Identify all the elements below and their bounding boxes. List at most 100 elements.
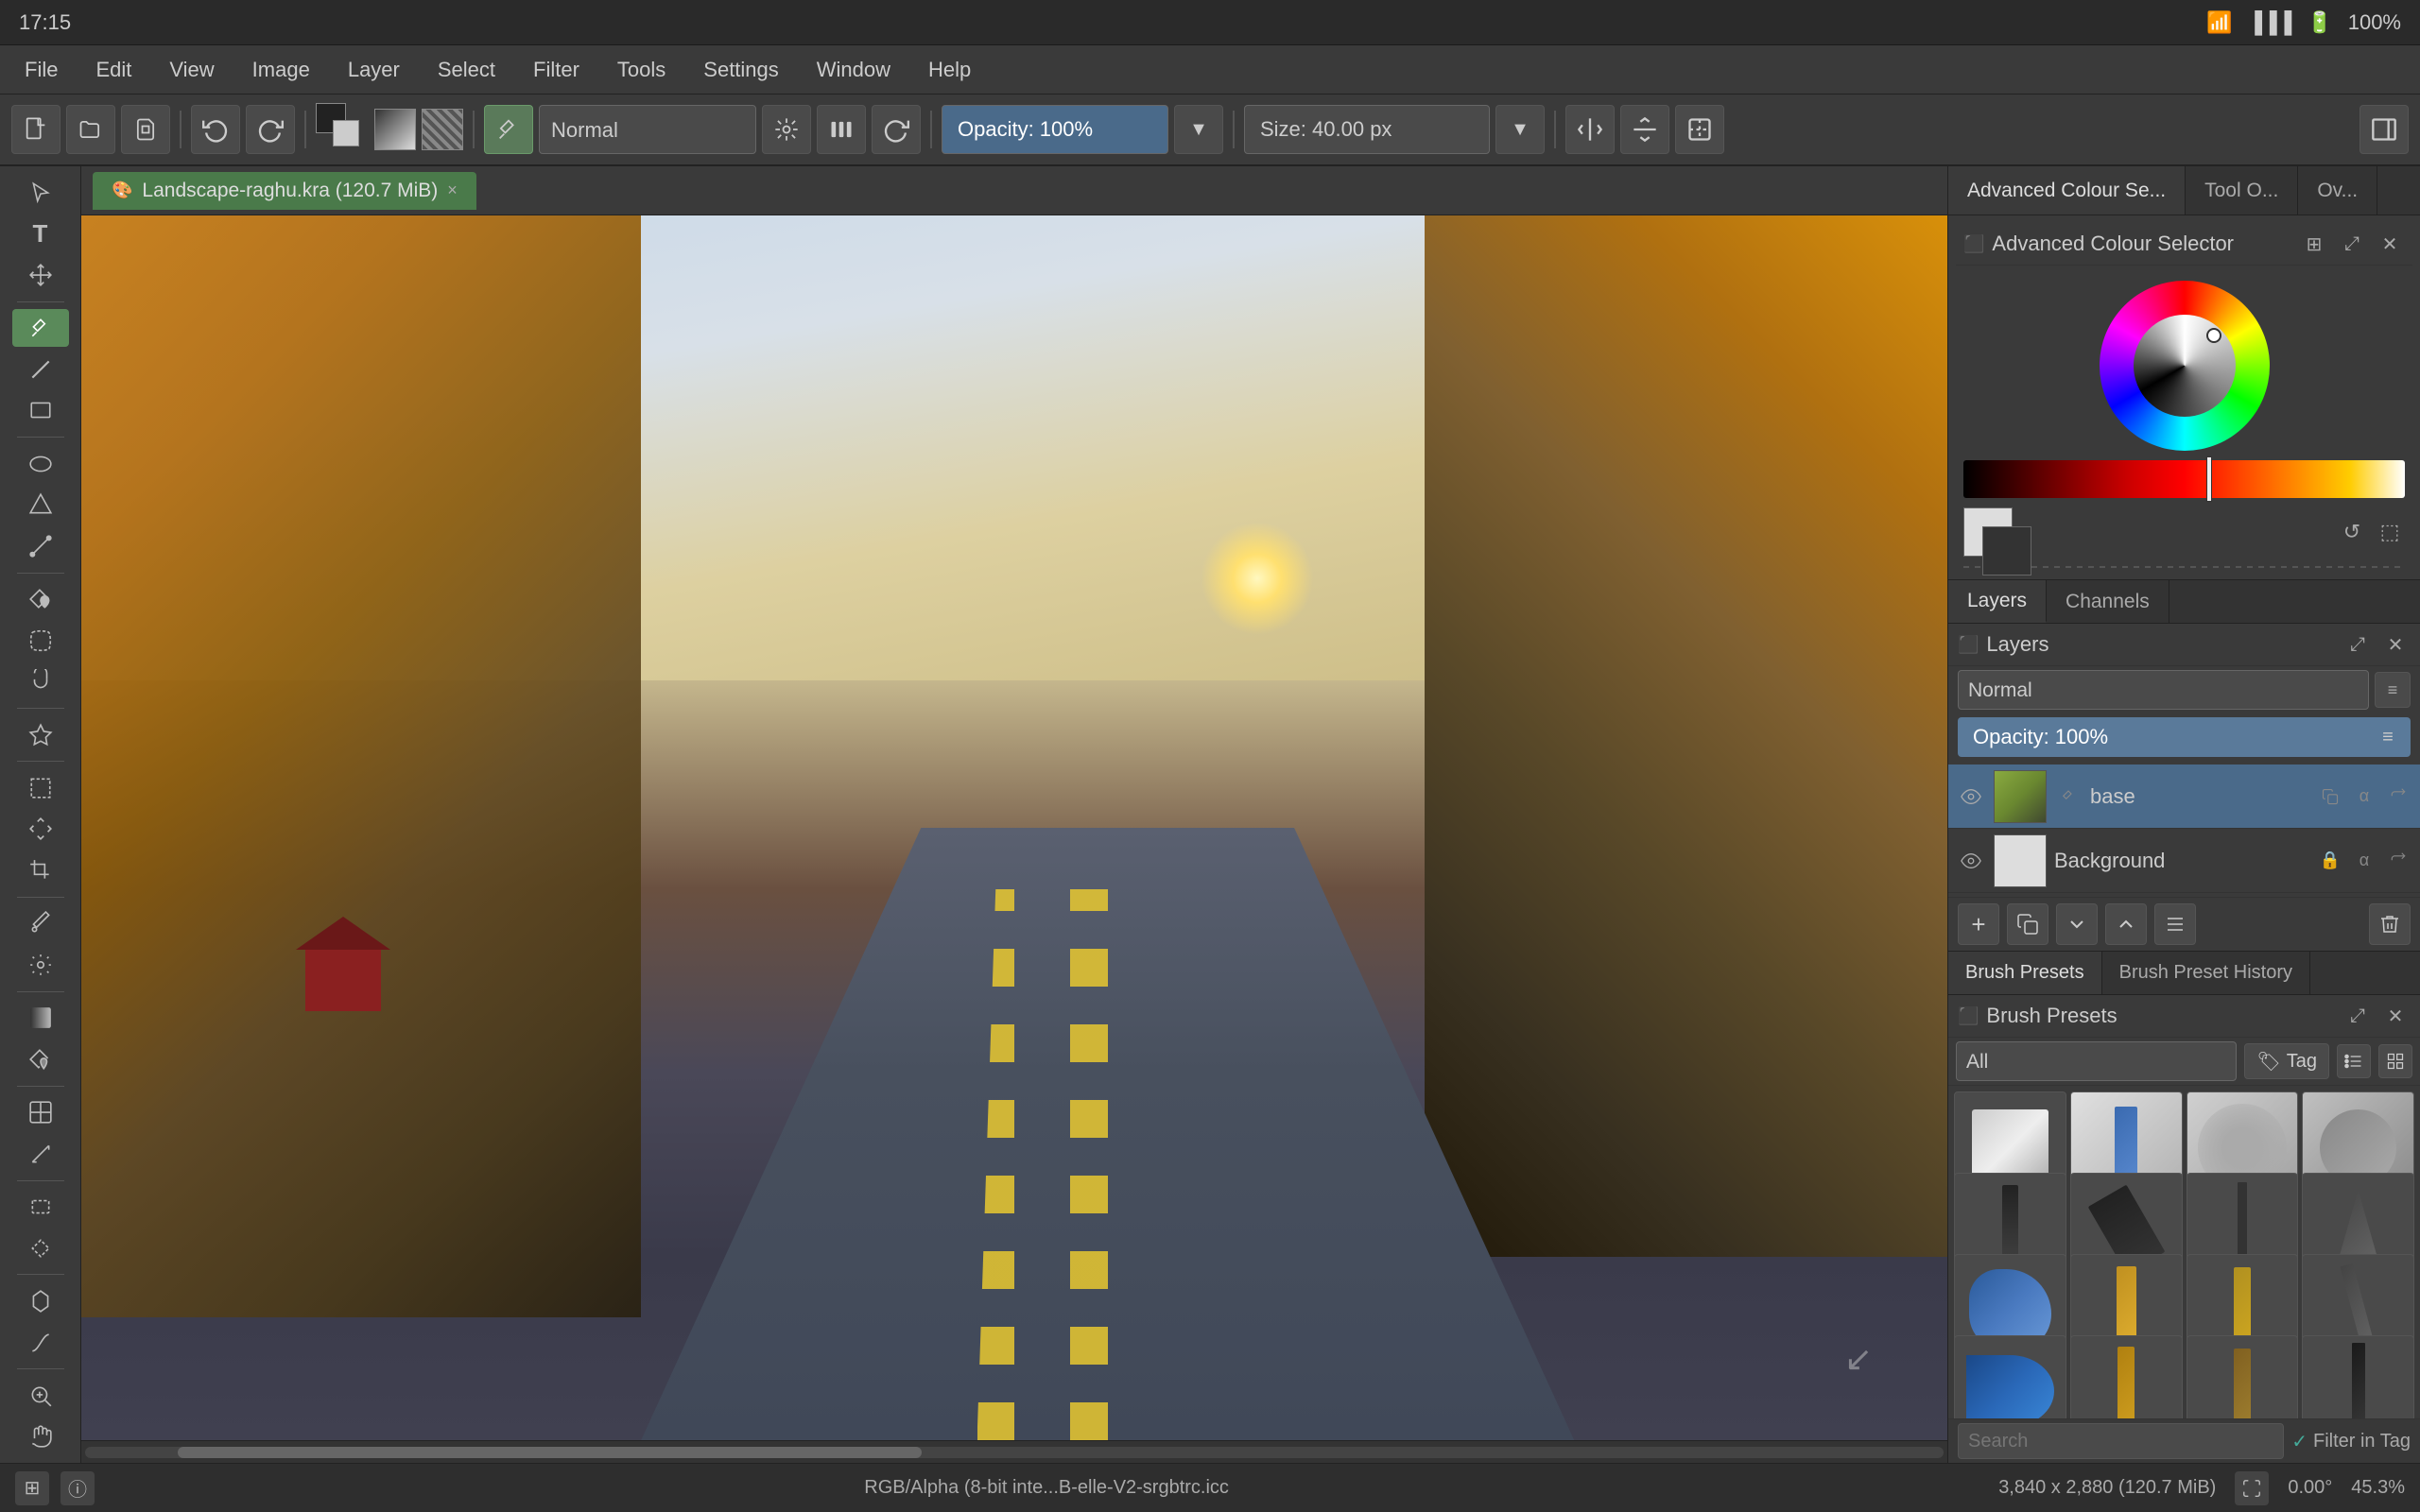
tab-channels[interactable]: Channels (2047, 580, 2169, 623)
brush-view-grid-btn[interactable] (2378, 1044, 2412, 1078)
status-info-btn[interactable]: ⓘ (60, 1471, 95, 1505)
tab-advanced-color[interactable]: Advanced Colour Se... (1948, 166, 2186, 215)
brush-view-list-btn[interactable] (2337, 1044, 2371, 1078)
scrollbar-thumb[interactable] (178, 1447, 921, 1458)
menu-view[interactable]: View (154, 52, 229, 88)
size-control[interactable]: Size: 40.00 px (1244, 105, 1490, 154)
delete-layer-btn[interactable] (2369, 903, 2411, 945)
brush-dark-sketch[interactable] (2302, 1335, 2414, 1418)
opacity-control[interactable]: Opacity: 100% (942, 105, 1168, 154)
ellipse-tool[interactable] (12, 445, 69, 483)
tab-overview[interactable]: Ov... (2298, 166, 2377, 215)
canvas-tab-close[interactable]: × (447, 180, 458, 200)
copy-layer-btn[interactable] (2007, 903, 2048, 945)
bezier-tool[interactable] (12, 1324, 69, 1362)
color-gradient-thumb[interactable] (2206, 456, 2212, 502)
layer-base-copy-btn[interactable] (2316, 782, 2344, 811)
measure-tool[interactable] (12, 1135, 69, 1173)
fit-view-btn[interactable] (2235, 1471, 2269, 1505)
menu-help[interactable]: Help (913, 52, 986, 88)
layer-blend-mode-select[interactable]: Normal (1958, 670, 2369, 710)
show-brush-editor[interactable] (817, 105, 866, 154)
layer-properties-btn[interactable] (2154, 903, 2196, 945)
menu-window[interactable]: Window (802, 52, 906, 88)
move-tool[interactable] (12, 811, 69, 849)
foreground-swatch[interactable] (1982, 526, 2031, 576)
brush-search-input[interactable] (1958, 1423, 2284, 1459)
size-arrow-down[interactable]: ▼ (1495, 105, 1545, 154)
color-panel-close-btn[interactable]: ✕ (2375, 229, 2405, 259)
layer-base-inherit-btn[interactable] (2384, 782, 2412, 811)
menu-image[interactable]: Image (237, 52, 325, 88)
color-wheel[interactable] (2100, 281, 2270, 451)
tab-layers[interactable]: Layers (1948, 580, 2047, 623)
filter-in-tag-toggle[interactable]: Filter in Tag (2291, 1430, 2411, 1453)
crop-tool[interactable] (12, 851, 69, 889)
canvas-viewport[interactable]: ↙ (81, 215, 1947, 1440)
gradient-preview[interactable] (374, 109, 416, 150)
layer-base-visibility[interactable] (1956, 782, 1986, 812)
new-document-button[interactable] (11, 105, 60, 154)
add-layer-btn[interactable]: + (1958, 903, 1999, 945)
color-panel-grid-btn[interactable]: ⊞ (2299, 229, 2329, 259)
freehand-selection-tool[interactable] (12, 622, 69, 660)
smart-fill-tool[interactable] (12, 1040, 69, 1078)
rect-selection-tool[interactable] (12, 769, 69, 807)
brush-brown[interactable] (2187, 1335, 2299, 1418)
layer-bg-lock-btn[interactable]: 🔒 (2316, 847, 2344, 875)
refresh-button[interactable] (872, 105, 921, 154)
layer-bg-visibility[interactable] (1956, 846, 1986, 876)
pan-tool[interactable] (12, 1418, 69, 1456)
layer-row-base[interactable]: base α (1948, 765, 2420, 829)
menu-filter[interactable]: Filter (518, 52, 595, 88)
colorpicker-tool[interactable] (12, 905, 69, 943)
layer-opacity-bar[interactable]: Opacity: 100% ≡ (1958, 717, 2411, 757)
line-tool[interactable] (12, 351, 69, 388)
select-tool[interactable] (12, 174, 69, 212)
text-tool[interactable]: T (12, 215, 69, 253)
color-refresh-btn[interactable]: ↺ (2337, 517, 2367, 547)
layers-expand-btn[interactable]: ⤢ (2342, 629, 2373, 660)
brush-category-select[interactable]: All (1956, 1041, 2237, 1081)
brush-tag-btn[interactable]: 🏷 Tag (2244, 1043, 2329, 1079)
menu-settings[interactable]: Settings (688, 52, 794, 88)
fill-tool[interactable] (12, 580, 69, 618)
pattern-preview[interactable] (422, 109, 463, 150)
panels-toggle[interactable] (2360, 105, 2409, 154)
tab-tool-options[interactable]: Tool O... (2186, 166, 2298, 215)
polygon-tool[interactable] (12, 486, 69, 524)
color-swatch-stack[interactable] (316, 103, 369, 156)
canvas-tab[interactable]: 🎨 Landscape-raghu.kra (120.7 MiB) × (93, 172, 476, 210)
color-panel-expand-btn[interactable]: ⤢ (2337, 229, 2367, 259)
magnetic-tool[interactable] (12, 662, 69, 700)
menu-select[interactable]: Select (423, 52, 510, 88)
path-tool[interactable] (12, 527, 69, 565)
brush-tool[interactable] (12, 309, 69, 347)
tab-brush-presets[interactable]: Brush Presets (1948, 952, 2102, 994)
menu-tools[interactable]: Tools (602, 52, 681, 88)
opacity-menu-btn[interactable]: ≡ (2375, 724, 2401, 750)
tab-brush-history[interactable]: Brush Preset History (2102, 952, 2310, 994)
background-color[interactable] (333, 120, 359, 146)
redo-button[interactable] (246, 105, 295, 154)
brush-blue-wash[interactable] (1954, 1335, 2066, 1418)
layer-bg-inherit-btn[interactable] (2384, 847, 2412, 875)
mirror-vertical-button[interactable] (1620, 105, 1669, 154)
color-wheel-container[interactable] (1956, 271, 2412, 456)
open-button[interactable] (66, 105, 115, 154)
transform-tool[interactable] (12, 256, 69, 294)
menu-layer[interactable]: Layer (333, 52, 415, 88)
status-canvas-btn[interactable]: ⊞ (15, 1471, 49, 1505)
color-gradient-bar[interactable] (1963, 460, 2405, 498)
save-button[interactable] (121, 105, 170, 154)
rectangle-tool[interactable] (12, 392, 69, 430)
layer-filter-btn[interactable]: ≡ (2375, 672, 2411, 708)
layer-bg-alpha-btn[interactable]: α (2350, 847, 2378, 875)
brush-panel-expand-btn[interactable]: ⤢ (2342, 1001, 2373, 1031)
rectangle-select-tool[interactable] (12, 1188, 69, 1226)
assistant-tool[interactable] (12, 1093, 69, 1131)
menu-edit[interactable]: Edit (80, 52, 147, 88)
contiguous-select-tool[interactable] (12, 1229, 69, 1267)
zoom-tool[interactable] (12, 1377, 69, 1415)
opacity-arrow-down[interactable]: ▼ (1174, 105, 1223, 154)
